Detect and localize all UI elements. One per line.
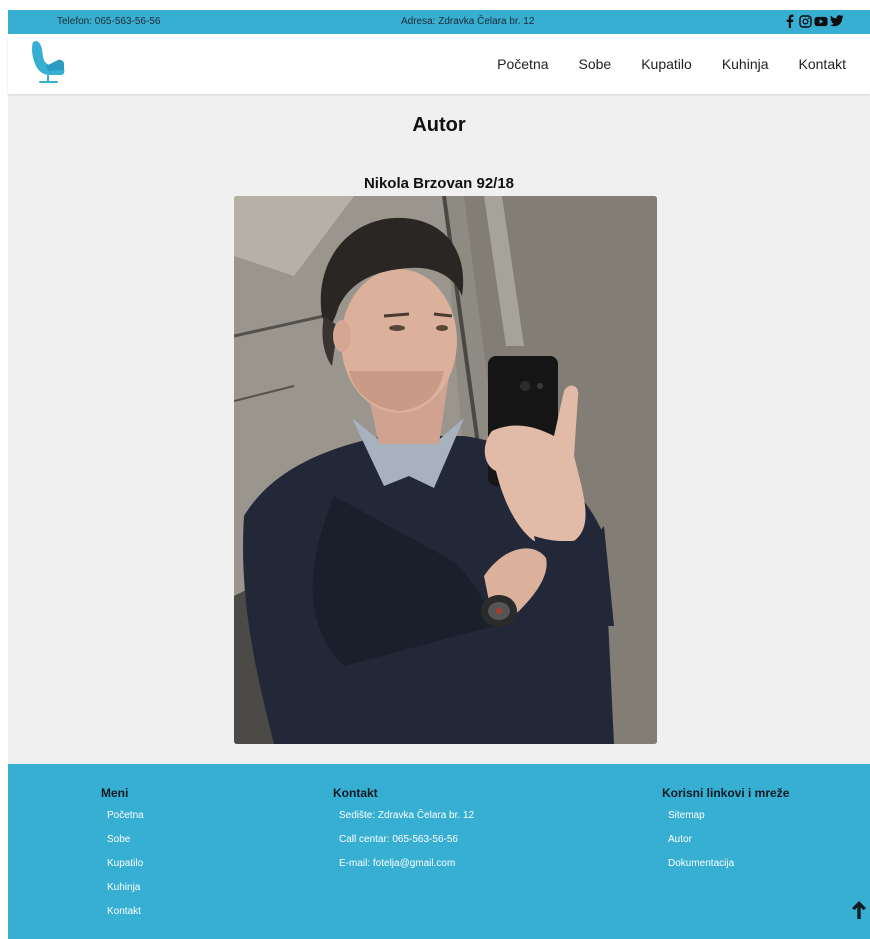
- footer-links-column: Korisni linkovi i mreže Sitemap Autor Do…: [662, 786, 789, 881]
- page-title: Autor: [412, 114, 466, 136]
- top-info-bar: Telefon: 065-563-56-56 Adresa: Zdravka Č…: [8, 10, 870, 34]
- footer-link-dokumentacija[interactable]: Dokumentacija: [668, 857, 789, 881]
- arrow-up-icon[interactable]: [850, 899, 868, 921]
- social-links: [782, 13, 844, 29]
- nav-item-kupatilo[interactable]: Kupatilo: [641, 56, 692, 72]
- footer-address: Sedište: Zdravka Čelara br. 12: [339, 810, 475, 821]
- footer-link-kuhinja[interactable]: Kuhinja: [107, 881, 144, 905]
- author-name: Nikola Brzovan 92/18: [363, 175, 515, 192]
- main-navbar: Početna Sobe Kupatilo Kuhinja Kontakt: [8, 34, 870, 94]
- twitter-icon[interactable]: [830, 13, 844, 29]
- footer-call-center: Call centar: 065-563-56-56: [339, 834, 458, 845]
- footer-contact-column: Kontakt Sedište: Zdravka Čelara br. 12 C…: [333, 786, 474, 881]
- footer-contact-title: Kontakt: [333, 786, 378, 800]
- footer-link-kupatilo[interactable]: Kupatilo: [107, 857, 144, 881]
- top-phone: Telefon: 065-563-56-56: [57, 16, 161, 27]
- page: Telefon: 065-563-56-56 Adresa: Zdravka Č…: [8, 10, 870, 939]
- facebook-icon[interactable]: [782, 13, 796, 29]
- nav-item-pocetna[interactable]: Početna: [497, 56, 548, 72]
- site-footer: Meni Početna Sobe Kupatilo Kuhinja Konta…: [8, 764, 870, 939]
- footer-email: E-mail: fotelja@gmail.com: [339, 858, 456, 869]
- footer-menu-title: Meni: [101, 786, 129, 800]
- footer-links-title: Korisni linkovi i mreže: [662, 786, 790, 800]
- nav-item-sobe[interactable]: Sobe: [579, 56, 612, 72]
- nav-item-kontakt[interactable]: Kontakt: [799, 56, 846, 72]
- youtube-icon[interactable]: [814, 13, 828, 29]
- instagram-icon[interactable]: [798, 13, 812, 29]
- author-photo: [234, 196, 657, 744]
- footer-link-pocetna[interactable]: Početna: [107, 809, 144, 833]
- footer-link-kontakt[interactable]: Kontakt: [107, 905, 144, 929]
- nav-menu: Početna Sobe Kupatilo Kuhinja Kontakt: [467, 56, 846, 72]
- footer-menu-column: Meni Početna Sobe Kupatilo Kuhinja Konta…: [101, 786, 144, 929]
- top-address: Adresa: Zdravka Čelara br. 12: [401, 16, 535, 27]
- footer-link-autor[interactable]: Autor: [668, 833, 789, 857]
- footer-link-sobe[interactable]: Sobe: [107, 833, 144, 857]
- armchair-icon[interactable]: [30, 40, 66, 86]
- footer-link-sitemap[interactable]: Sitemap: [668, 809, 789, 833]
- nav-item-kuhinja[interactable]: Kuhinja: [722, 56, 769, 72]
